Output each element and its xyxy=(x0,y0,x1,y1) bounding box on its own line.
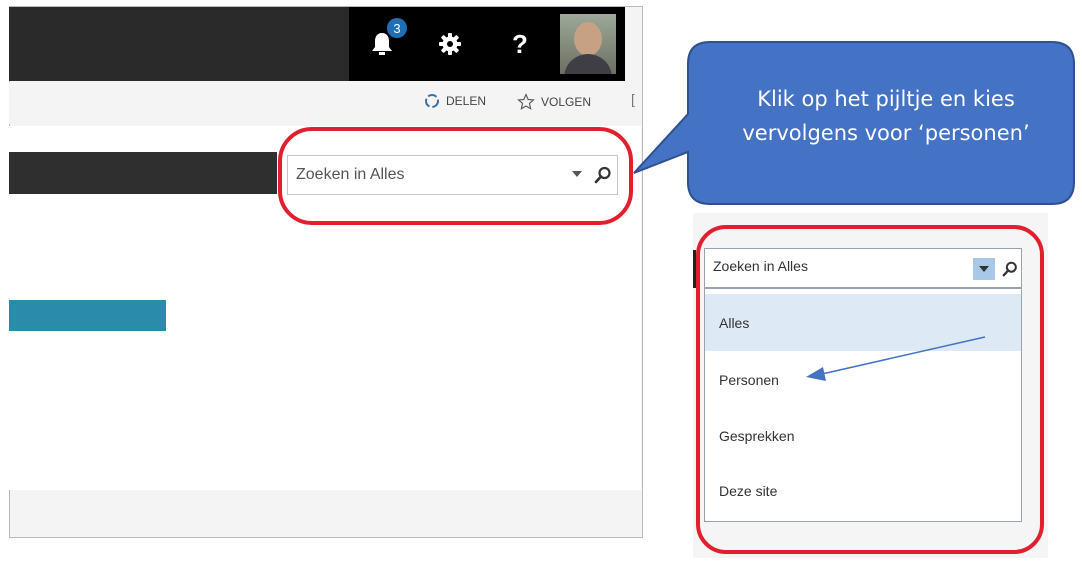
share-icon xyxy=(425,94,439,108)
callout-line-1: Klik op het pijltje en kies xyxy=(757,87,1015,111)
star-icon xyxy=(517,93,535,110)
highlight-oval-search xyxy=(278,127,633,225)
follow-button[interactable]: VOLGEN xyxy=(517,93,591,111)
site-title-bar xyxy=(9,152,277,194)
share-label: DELEN xyxy=(446,94,487,108)
help-label: ? xyxy=(512,28,528,59)
highlight-oval-dropdown xyxy=(696,225,1044,554)
callout-text: Klik op het pijltje en kies vervolgens v… xyxy=(690,82,1082,150)
gear-icon xyxy=(439,33,461,55)
settings-button[interactable] xyxy=(414,7,486,81)
callout-line-2: vervolgens voor ‘personen’ xyxy=(742,121,1030,145)
accent-bar xyxy=(9,300,166,331)
follow-label: VOLGEN xyxy=(541,95,592,109)
notifications-button[interactable] xyxy=(349,7,414,81)
share-button[interactable]: DELEN xyxy=(424,93,486,109)
notification-badge: 3 xyxy=(387,18,407,38)
help-button[interactable]: ? xyxy=(486,7,554,81)
